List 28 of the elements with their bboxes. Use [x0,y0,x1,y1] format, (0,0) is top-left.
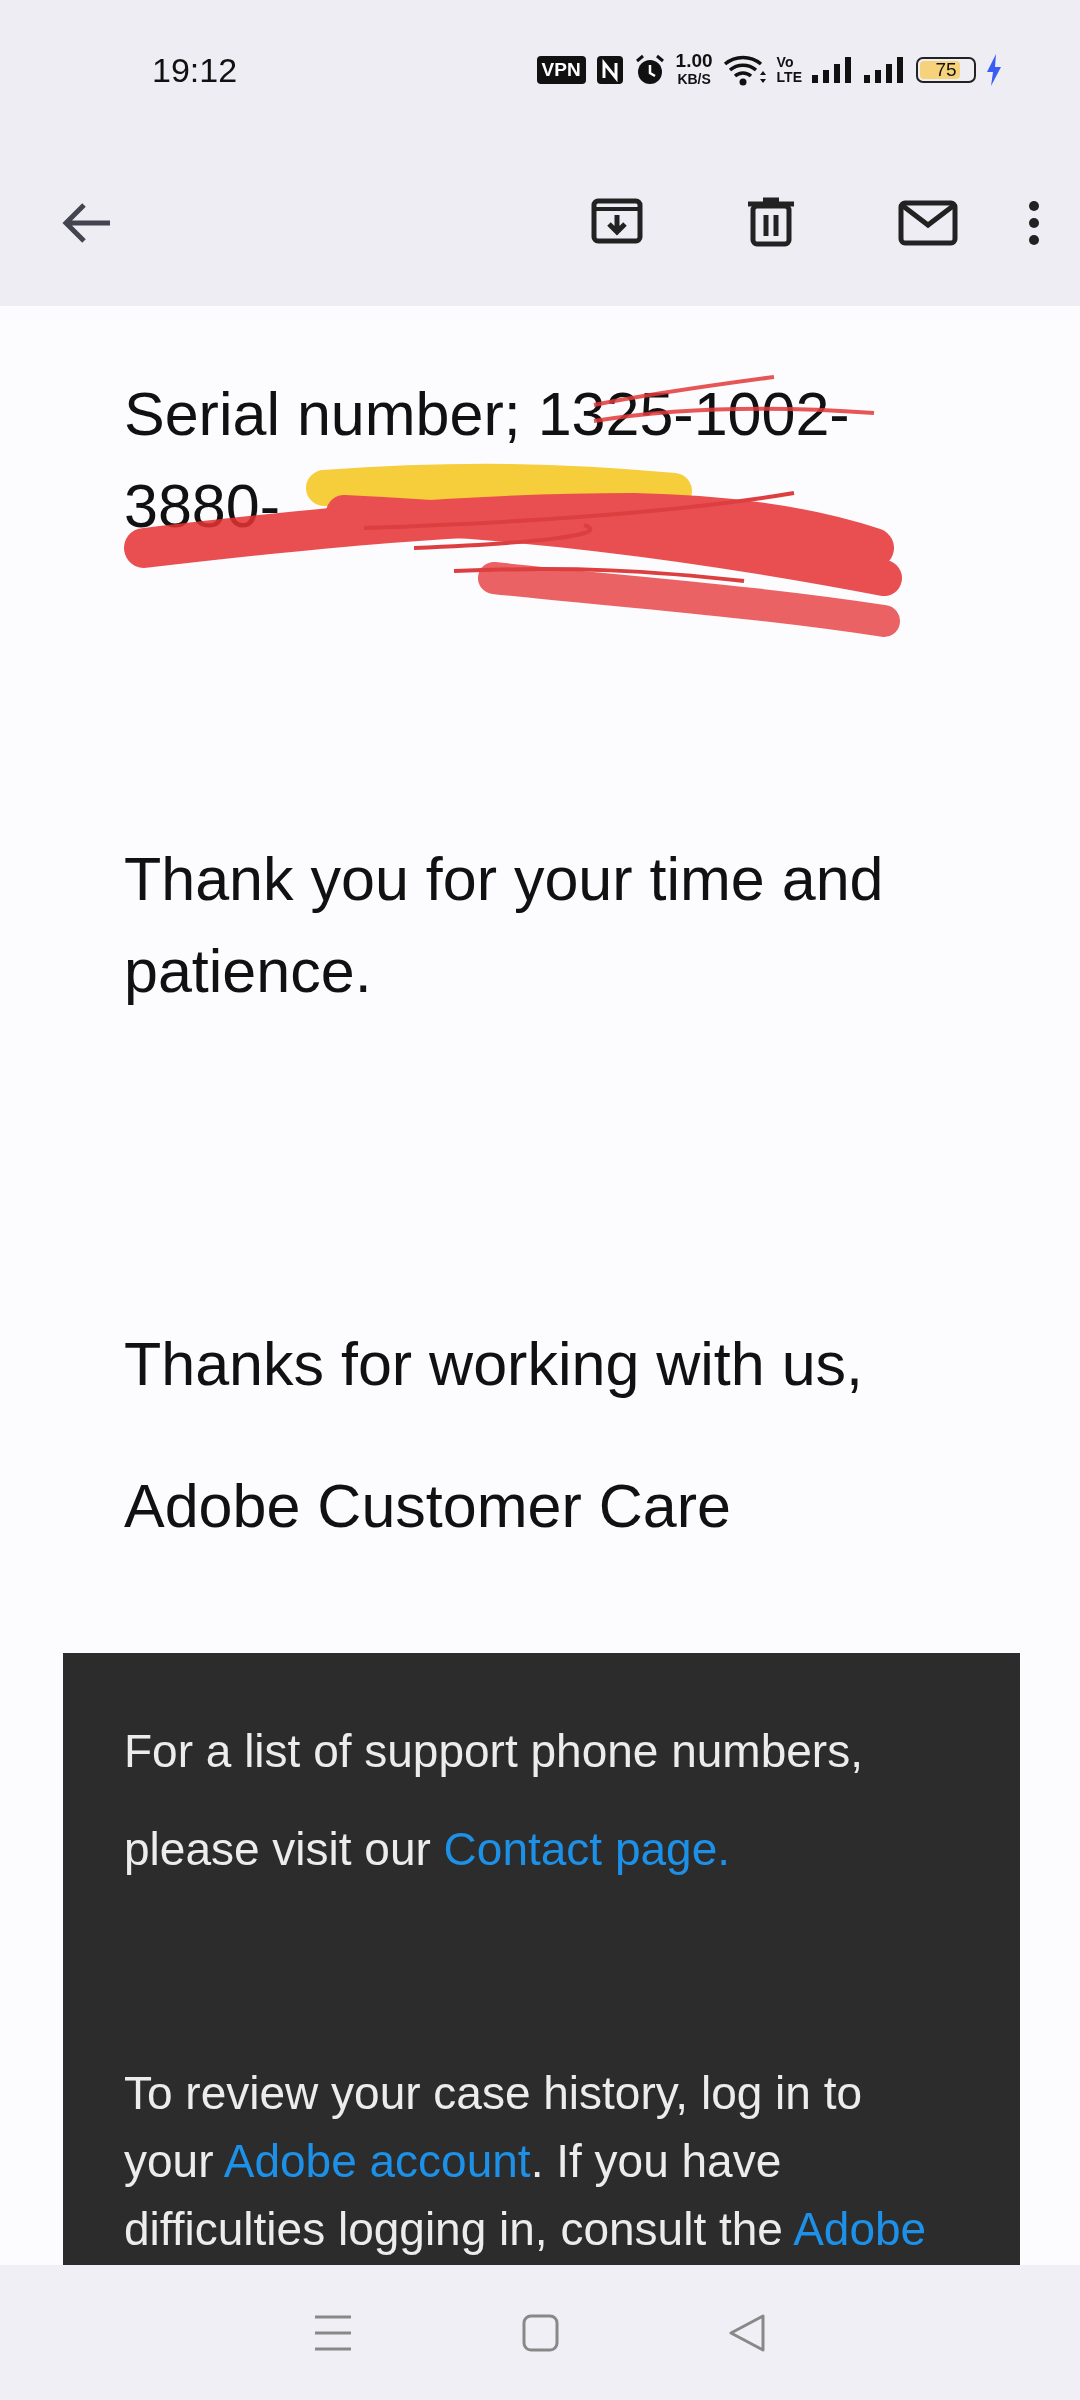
link[interactable]: Adobe [793,2203,927,2255]
signal-icon [864,55,906,85]
volte-indicator: Vo [776,55,795,70]
wifi-icon [722,53,767,87]
square-icon [520,2312,560,2353]
more-options-icon [1028,201,1040,245]
alarm-clock-icon [633,54,666,86]
nfc-icon [595,55,624,85]
footer-text: difficulties logging in, consult the [124,2203,784,2255]
battery-percent: 75 [935,59,957,81]
message-text: Thanks for working with us, [124,1329,864,1400]
footer-text: . If you have [530,2135,782,2187]
footer-text: For a list of support phone numbers, [124,1725,863,1777]
vpn-indicator: VPN [536,56,586,84]
link[interactable]: Contact page. [443,1823,731,1875]
footer-text: To review your case history, log in to [124,2067,863,2119]
footer-text: please visit our [124,1823,432,1875]
message-text: Adobe Customer Care [124,1471,731,1542]
footer-text: your [124,2135,215,2187]
serial-number-text: 3880- [124,471,280,542]
lte-indicator: LTE [776,70,802,85]
link[interactable]: Adobe account [223,2135,531,2187]
message-text: patience. [124,936,372,1007]
signal-icon [812,55,854,85]
message-text: Thank you for your time and [124,844,884,915]
clock-time: 19:12 [152,50,239,90]
network-speed: 1.00 [675,52,713,70]
speed-unit: KB/S [677,70,711,88]
